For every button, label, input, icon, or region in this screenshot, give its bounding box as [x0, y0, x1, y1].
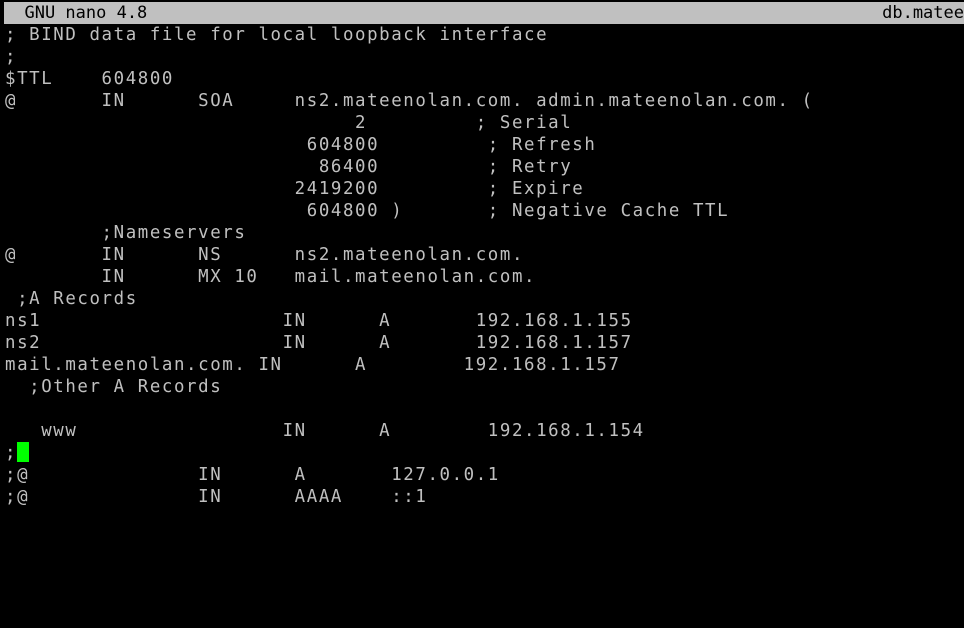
editor-line[interactable]: mail.mateenolan.com. IN A 192.168.1.157: [5, 354, 964, 376]
editor-line[interactable]: ; BIND data file for local loopback inte…: [5, 24, 964, 46]
editor-line[interactable]: @ IN SOA ns2.mateenolan.com. admin.matee…: [5, 90, 964, 112]
editor-line[interactable]: ;A Records: [5, 288, 964, 310]
editor-line[interactable]: ns2 IN A 192.168.1.157: [5, 332, 964, 354]
editor-line[interactable]: 2 ; Serial: [5, 112, 964, 134]
editor-line[interactable]: ;: [5, 46, 964, 68]
editor-line[interactable]: 604800 ; Refresh: [5, 134, 964, 156]
editor-line[interactable]: ;@ IN AAAA ::1: [5, 486, 964, 508]
editor-line[interactable]: $TTL 604800: [5, 68, 964, 90]
editor-area[interactable]: ; BIND data file for local loopback inte…: [5, 24, 964, 624]
file-name: db.matee: [882, 3, 964, 23]
editor-line[interactable]: 86400 ; Retry: [5, 156, 964, 178]
editor-line[interactable]: ;Other A Records: [5, 376, 964, 398]
text-cursor: [17, 442, 30, 462]
editor-line[interactable]: ;Nameservers: [5, 222, 964, 244]
editor-line[interactable]: @ IN NS ns2.mateenolan.com.: [5, 244, 964, 266]
editor-line[interactable]: IN MX 10 mail.mateenolan.com.: [5, 266, 964, 288]
editor-line[interactable]: 604800 ) ; Negative Cache TTL: [5, 200, 964, 222]
nano-title-bar: GNU nano 4.8 db.matee: [4, 2, 964, 24]
editor-line[interactable]: [5, 398, 964, 420]
editor-line[interactable]: ns1 IN A 192.168.1.155: [5, 310, 964, 332]
editor-line[interactable]: www IN A 192.168.1.154: [5, 420, 964, 442]
app-title: GNU nano 4.8: [4, 3, 148, 23]
editor-line[interactable]: 2419200 ; Expire: [5, 178, 964, 200]
editor-line[interactable]: ;@ IN A 127.0.0.1: [5, 464, 964, 486]
editor-line-current[interactable]: ;: [5, 442, 964, 464]
